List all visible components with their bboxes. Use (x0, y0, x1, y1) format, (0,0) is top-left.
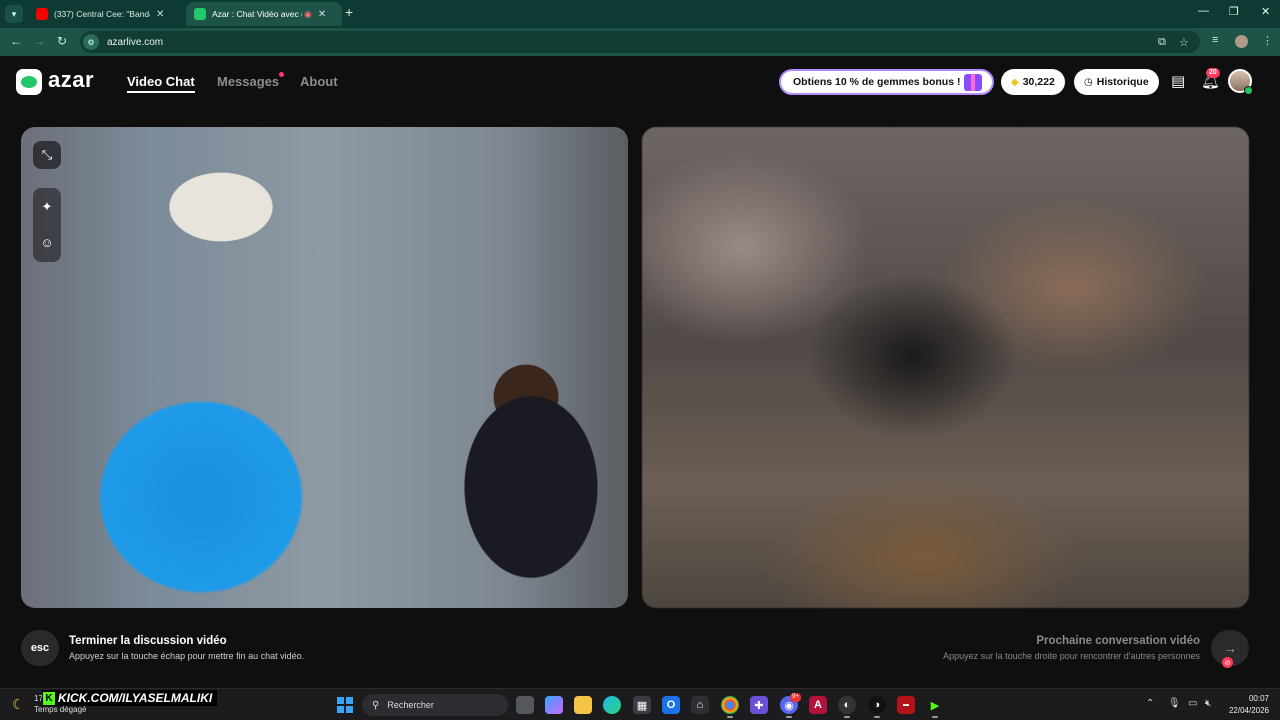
nav-video-chat[interactable]: Video Chat (127, 74, 195, 93)
gem-promo-button[interactable]: Obtiens 10 % de gemmes bonus ! (779, 69, 994, 95)
restore-icon[interactable]: ❐ (1229, 5, 1239, 18)
taskbar-search[interactable]: ⚲ Rechercher (362, 694, 508, 716)
azar-logo-text[interactable]: azar (48, 67, 94, 93)
network-icon[interactable]: ▭ (1188, 698, 1197, 709)
end-chat-subtitle: Appuyez sur la touche échap pour mettre … (69, 651, 305, 661)
obs-icon[interactable]: ◐ (838, 696, 856, 718)
gift-icon (964, 74, 982, 91)
microsoft-store-icon[interactable]: ▦ (633, 696, 651, 714)
end-chat-button[interactable]: esc (21, 630, 59, 666)
notification-badge: 20 (1206, 68, 1220, 78)
tab-search-button[interactable]: ▾ (5, 5, 23, 23)
discord-badge: 9+ (790, 693, 801, 702)
close-window-icon[interactable]: ✕ (1261, 5, 1270, 18)
edge-icon[interactable] (603, 696, 621, 714)
nav-messages[interactable]: Messages (217, 74, 279, 89)
browser-tabstrip: ▾ (337) Central Cee: "Band4Band" ✕ Azar … (0, 0, 1280, 28)
gem-icon: ◆ (1011, 76, 1019, 88)
online-status-dot (1244, 86, 1253, 95)
search-icon: ⚲ (372, 699, 380, 711)
face-mask-icon[interactable]: ☺ (33, 228, 61, 256)
streaming-app-icon[interactable]: ▬ (897, 696, 915, 714)
azar-logo-icon[interactable] (16, 69, 42, 95)
windows-start-icon[interactable] (337, 697, 353, 713)
media-controls-icon[interactable]: ≡ (1212, 34, 1218, 46)
browser-profile-avatar[interactable] (1235, 35, 1248, 48)
inbox-icon[interactable]: ⌂ (691, 696, 709, 714)
address-bar[interactable]: ⚙ azarlive.com ⧉ ☆ (80, 31, 1200, 53)
steam-icon[interactable]: ◑ (868, 696, 886, 718)
tab-youtube[interactable]: (337) Central Cee: "Band4Band" ✕ (28, 2, 184, 26)
tab-title: (337) Central Cee: "Band4Band" (54, 9, 150, 19)
volume-muted-icon[interactable]: 🔇︎ (1205, 698, 1211, 709)
reload-icon[interactable]: ↻ (57, 34, 67, 48)
end-chat-title: Terminer la discussion vidéo (69, 635, 227, 647)
game-controller-icon[interactable]: ✚ (750, 696, 768, 714)
promo-label: Obtiens 10 % de gemmes bonus ! (793, 76, 961, 88)
microphone-icon[interactable]: 🎙︎ (1168, 698, 1181, 709)
azar-favicon-icon (194, 8, 206, 20)
kick-logo-icon: K (43, 691, 55, 705)
copilot-icon[interactable] (545, 696, 563, 714)
youtube-icon (36, 8, 48, 20)
adobe-acrobat-icon[interactable]: A (809, 696, 827, 714)
history-label: Historique (1096, 76, 1149, 88)
show-hidden-icons[interactable]: ⌃ (1146, 698, 1154, 709)
history-button[interactable]: ◷ Historique (1074, 69, 1159, 95)
clock-icon: ◷ (1084, 76, 1093, 88)
windows-taskbar: ☾ 17 Temps dégagé K KICK.COM/ILYASELMALI… (0, 688, 1280, 720)
tab-close-icon[interactable]: ✕ (318, 9, 326, 20)
next-chat-subtitle: Appuyez sur la touche droite pour rencon… (943, 651, 1200, 661)
back-icon[interactable]: ← (10, 34, 22, 48)
kick-app-icon[interactable]: ▶ (926, 696, 944, 718)
browser-toolbar: ← → ↻ ⚙ azarlive.com ⧉ ☆ ≡ ⋮ (0, 28, 1280, 56)
minimize-video-icon[interactable]: ⤡ (33, 141, 61, 169)
file-explorer-icon[interactable] (574, 696, 592, 714)
kick-overlay: K KICK.COM/ILYASELMALIKI (42, 690, 218, 706)
clock-time[interactable]: 00:07 (1247, 694, 1269, 703)
browser-menu-icon[interactable]: ⋮ (1262, 34, 1273, 47)
weather-status[interactable]: Temps dégagé (34, 705, 86, 714)
next-chat-title: Prochaine conversation vidéo (1036, 635, 1200, 647)
search-placeholder: Rechercher (387, 700, 434, 710)
recording-icon: ◉ (304, 8, 312, 19)
forward-icon[interactable]: → (33, 34, 45, 48)
install-app-icon[interactable]: ⧉ (1158, 36, 1166, 49)
gems-balance-button[interactable]: ◆ 30,222 (1001, 69, 1065, 95)
site-info-icon[interactable]: ⚙ (83, 34, 99, 50)
url-text: azarlive.com (107, 36, 164, 48)
tab-title: Azar : Chat Vidéo avec de n (212, 9, 302, 19)
local-video-feed (21, 127, 628, 608)
tab-azar[interactable]: Azar : Chat Vidéo avec de n ◉ ✕ (186, 2, 342, 26)
outlook-icon[interactable]: O (662, 696, 680, 714)
messages-unread-dot (279, 72, 284, 77)
moon-icon[interactable]: ☾ (12, 696, 25, 713)
tab-close-icon[interactable]: ✕ (156, 9, 164, 20)
bookmark-star-icon[interactable]: ☆ (1179, 36, 1189, 49)
nav-about[interactable]: About (300, 74, 338, 89)
beauty-filter-icon[interactable]: ✦ (33, 193, 61, 221)
task-view-icon[interactable] (516, 696, 534, 714)
clock-date[interactable]: 22/04/2026 (1226, 706, 1269, 715)
remote-video-feed (642, 127, 1249, 608)
chrome-icon[interactable] (721, 696, 739, 718)
gems-count: 30,222 (1022, 76, 1055, 88)
new-tab-button[interactable]: + (345, 4, 353, 20)
store-icon[interactable]: ▤ (1171, 72, 1185, 90)
blocked-icon: ⊘ (1222, 657, 1233, 668)
minimize-icon[interactable]: — (1198, 5, 1209, 17)
kick-url: KICK.COM/ILYASELMALIKI (58, 691, 213, 705)
